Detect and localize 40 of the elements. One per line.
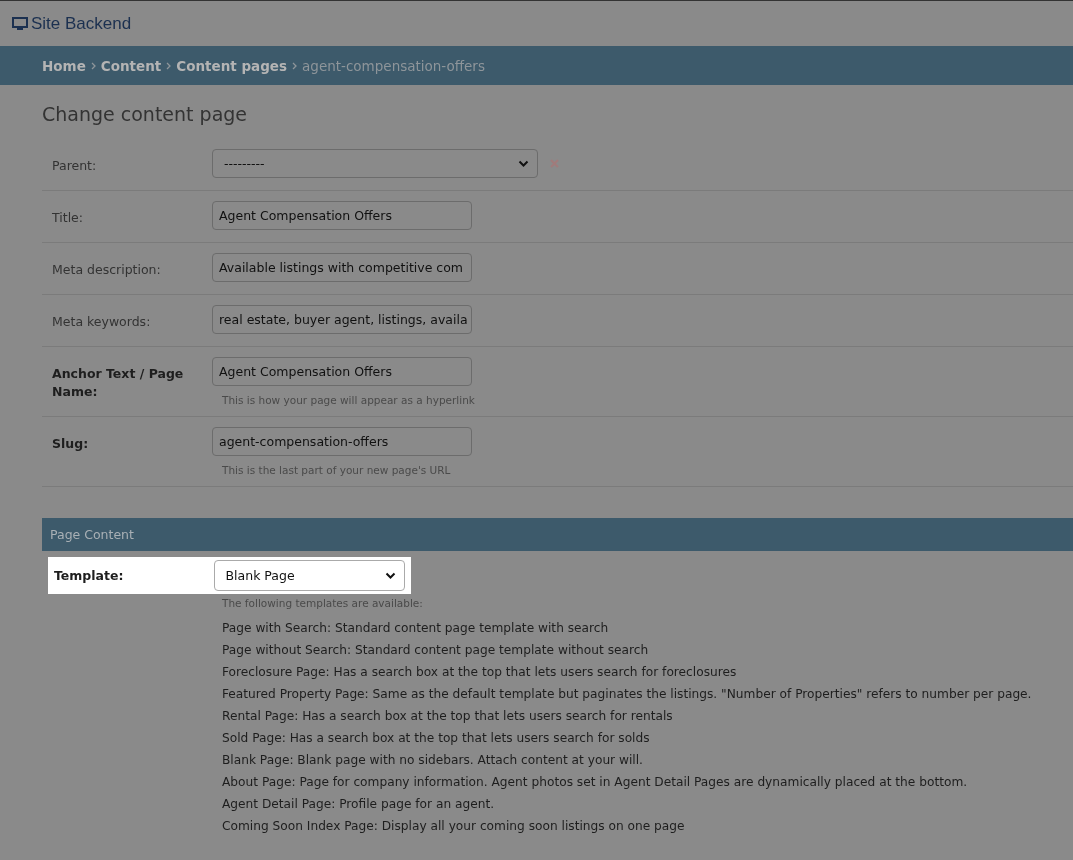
field-label: Slug: (52, 435, 90, 453)
chevron-down-icon (518, 159, 529, 168)
input-field[interactable]: agent-compensation-offers (212, 427, 472, 456)
template-description: Coming Soon Index Page: Display all your coming soon listings on one page (222, 818, 686, 835)
field-label: Parent: (52, 157, 98, 175)
breadcrumb-link[interactable]: Home (42, 57, 86, 74)
field-label: Anchor Text / Page Name: (52, 365, 185, 401)
help-text: The following templates are available: (222, 597, 424, 609)
chevron-down-icon (385, 571, 396, 580)
input-field[interactable]: real estate, buyer agent, listings, availa (212, 305, 472, 334)
select-field[interactable]: Blank Page (213, 560, 405, 591)
template-description: Page with Search: Standard content page template with search (222, 620, 610, 637)
section-header: Page Content (42, 518, 1073, 551)
monitor-icon (12, 16, 28, 31)
template-description: Rental Page: Has a search box at the top that lets users search for rentals (222, 708, 674, 725)
chevron-right-icon (166, 61, 172, 70)
input-field[interactable]: Available listings with competitive com (212, 253, 472, 282)
field-label: Title: (52, 209, 84, 227)
template-description: Foreclosure Page: Has a search box at the top that lets users search for foreclosures (222, 664, 738, 681)
breadcrumb-current: agent-compensation-offers (302, 57, 485, 74)
template-description: Featured Property Page: Same as the default template but paginates the listings. "Number of Properties" refers to number per page. (222, 686, 1033, 703)
breadcrumb-link[interactable]: Content pages (176, 57, 288, 74)
select-field[interactable]: --------- (212, 149, 538, 178)
site-title: Site Backend (31, 13, 132, 34)
template-description: Page without Search: Standard content page template without search (222, 642, 650, 659)
input-field[interactable]: Agent Compensation Offers (212, 201, 472, 230)
input-field[interactable]: Agent Compensation Offers (212, 357, 472, 386)
help-text: This is the last part of your new page's URL (222, 464, 452, 476)
breadcrumb-link[interactable]: Content (100, 57, 162, 74)
template-description: Sold Page: Has a search box at the top that lets users search for solds (222, 730, 651, 747)
field-label: Meta description: (52, 261, 162, 279)
chevron-right-icon (292, 61, 298, 70)
template-description: About Page: Page for company information. Agent photos set in Agent Detail Pages are dynamically placed at the bottom. (222, 774, 969, 791)
template-description: Blank Page: Blank page with no sidebars. Attach content at your will. (222, 752, 644, 769)
field-label: Template: (54, 566, 125, 585)
field-label: Meta keywords: (52, 313, 152, 331)
help-text: This is how your page will appear as a hyperlink (222, 394, 475, 406)
chevron-right-icon (90, 61, 96, 70)
template-description: Agent Detail Page: Profile page for an agent. (222, 796, 496, 813)
page-heading: Change content page (42, 103, 249, 125)
